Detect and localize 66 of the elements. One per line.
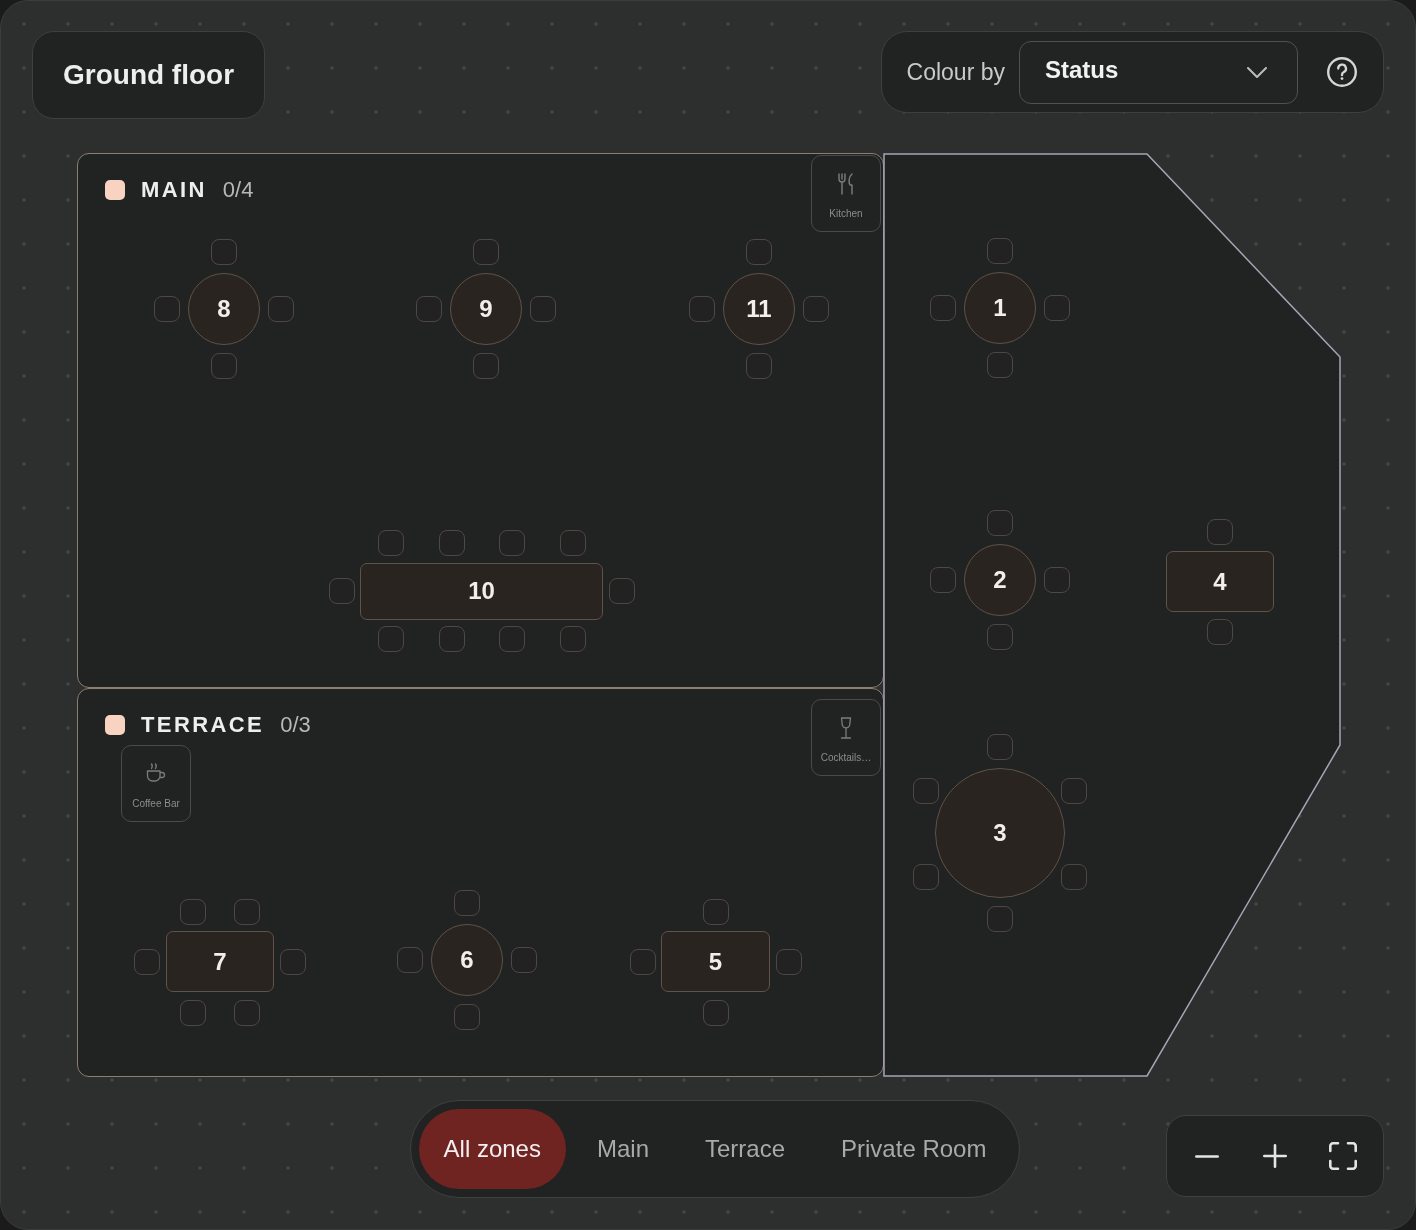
help-icon[interactable] [1327,57,1357,87]
chair [454,889,480,916]
chair [473,352,499,379]
chair [629,948,656,975]
dining-table[interactable]: 6 [431,923,503,996]
chair [473,238,499,265]
chair [559,530,586,557]
chair [803,295,829,322]
chevron-down-icon [1247,66,1267,78]
chair [746,238,772,265]
station-label: Cocktails… [820,751,872,763]
chair [180,898,206,925]
dining-table[interactable]: 7 [166,931,274,993]
zone-count: 0/4 [222,176,254,203]
chair [702,898,729,925]
dining-table[interactable]: 4 [1166,551,1274,613]
chair [154,295,180,322]
chair [268,295,294,322]
dining-table[interactable]: 10 [360,562,603,620]
chair [689,295,715,322]
chair [234,898,260,925]
chair [608,578,635,605]
chair [416,295,442,322]
dining-table[interactable]: 11 [723,272,795,345]
chair [211,238,237,265]
chair [498,530,525,557]
zone-tab[interactable]: Terrace [680,1109,811,1189]
chair [746,352,772,379]
dining-table[interactable]: 5 [661,931,770,993]
chair [775,948,802,975]
zone-count: 0/3 [280,711,311,738]
chair [377,530,404,557]
minus-icon [1195,1154,1219,1158]
coffee-cup-icon [146,762,166,782]
chair [211,352,237,379]
chair [438,530,465,557]
chair [397,946,423,973]
zone-tab[interactable]: All zones [418,1109,566,1189]
chair [498,626,525,653]
chair [559,626,586,653]
colour-by-label: Colour by [906,58,1005,86]
fork-knife-icon [837,172,855,195]
zone-tab[interactable]: Main [571,1109,674,1189]
chair [438,626,465,653]
station-label: Coffee Bar [132,797,180,809]
chair [511,946,537,973]
chair [377,626,404,653]
dining-table[interactable]: 9 [450,272,522,345]
chair [180,999,206,1026]
dining-table[interactable]: 8 [188,272,260,345]
chair [702,999,729,1026]
fullscreen-icon [1329,1142,1357,1170]
zone-tab[interactable]: Private Room [816,1109,1012,1189]
chair [328,578,355,605]
plus-icon [1263,1144,1287,1168]
chair [530,295,556,322]
station-label: Kitchen [829,207,863,219]
chair [234,999,260,1026]
zone-name: TERRACE [141,711,265,738]
chair [280,948,306,975]
floor-title: Ground floor [32,31,266,119]
chair [454,1003,480,1030]
zone-name: MAIN [141,176,207,203]
chair [134,948,160,975]
wine-glass-icon [839,716,853,739]
colour-by-select[interactable]: Status [1019,40,1298,104]
